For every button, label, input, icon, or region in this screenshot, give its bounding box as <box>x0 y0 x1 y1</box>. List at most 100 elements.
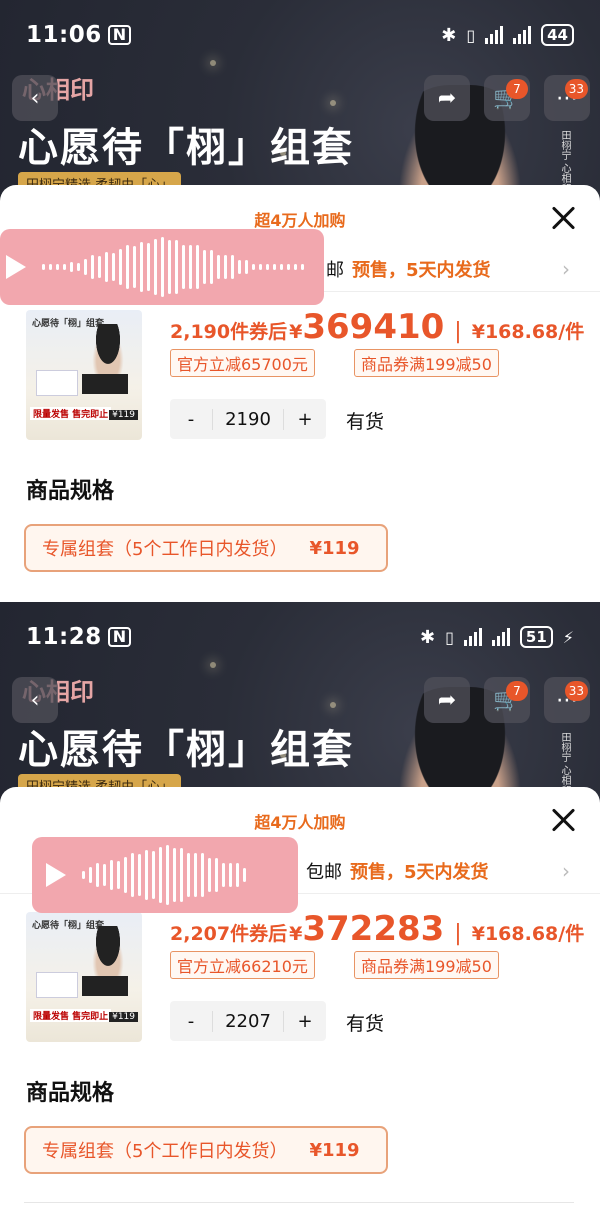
waveform-bar <box>119 249 122 285</box>
spec-option-label: 专属组套（5个工作日内发货） <box>42 539 288 560</box>
waveform-bar <box>96 863 99 887</box>
waveform-bar <box>229 863 232 887</box>
cart-badge: 7 <box>506 681 528 701</box>
vibrate-icon: ▯ <box>445 627 454 647</box>
waveform-bar <box>126 245 129 289</box>
spec-option[interactable]: 专属组套（5个工作日内发货） ¥119 <box>24 1126 388 1174</box>
message-badge: 33 <box>564 79 588 99</box>
waveform-bar <box>280 264 283 270</box>
waveform-bar <box>63 264 66 270</box>
vibrate-icon: ▯ <box>466 25 476 45</box>
product-thumbnail[interactable]: 心愿待「栩」组套 限量发售 售完即止 ¥119 <box>26 310 142 440</box>
presale-info: 预售，5天内发货 <box>350 862 489 883</box>
play-icon[interactable] <box>46 863 66 887</box>
waveform-bar <box>42 264 45 270</box>
waveform-bar <box>56 264 59 270</box>
status-bar: 11:06 N ✱ ▯ 44 <box>0 0 600 70</box>
share-icon[interactable]: ➦ <box>424 75 470 121</box>
discount-tag: 官方立减65700元 <box>170 349 315 377</box>
cart-icon[interactable]: 🛒 7 <box>484 75 530 121</box>
waveform <box>42 232 304 302</box>
screenshot-2: 田栩宁 心相印心选 心相印 心愿待「栩」组套 田栩宁精选 柔韧由「心」 11:2… <box>0 602 600 1205</box>
waveform-bar <box>273 264 276 270</box>
waveform-bar <box>91 255 94 279</box>
increase-button[interactable]: + <box>284 409 326 430</box>
waveform-bar <box>133 246 136 288</box>
price-separator: | <box>454 319 462 344</box>
waveform-bar <box>161 237 164 297</box>
divider <box>24 1202 574 1203</box>
close-icon[interactable] <box>548 805 578 835</box>
waveform-bar <box>131 853 134 897</box>
product-thumbnail[interactable]: 心愿待「栩」组套 限量发售 售完即止 ¥119 <box>26 912 142 1042</box>
waveform-bar <box>301 264 304 270</box>
waveform-bar <box>208 858 211 892</box>
waveform-bar <box>189 245 192 289</box>
unit-price: ¥168.68/件 <box>471 923 585 945</box>
back-arrow-icon[interactable]: ‹ <box>12 75 58 121</box>
decrease-button[interactable]: - <box>170 1011 212 1032</box>
quantity-input[interactable]: 2207 <box>212 1010 284 1032</box>
waveform-bar <box>287 264 290 270</box>
total-price: 369410 <box>302 307 445 347</box>
coupon-tag: 商品券满199减50 <box>354 349 499 377</box>
waveform-bar <box>236 863 239 887</box>
waveform-bar <box>194 853 197 897</box>
currency: ¥ <box>289 321 303 343</box>
battery-icon: 44 <box>541 24 574 46</box>
play-icon[interactable] <box>6 255 26 279</box>
spec-option[interactable]: 专属组套（5个工作日内发货） ¥119 <box>24 524 388 572</box>
waveform-bar <box>82 871 85 879</box>
close-icon[interactable] <box>548 203 578 233</box>
waveform-bar <box>203 250 206 284</box>
spec-option-price: ¥119 <box>309 1139 360 1161</box>
waveform-bar <box>245 260 248 274</box>
screenshot-1: 田栩宁 心相印心选 心相印 心愿待「栩」组套 田栩宁精选 柔韧由「心」 11:0… <box>0 0 600 602</box>
stock-status: 有货 <box>346 411 385 433</box>
thumb-photo <box>88 926 128 982</box>
stock-status: 有货 <box>346 1013 385 1035</box>
chevron-right-icon: › <box>562 257 570 281</box>
buy-count: 超4万人加购 <box>254 813 346 832</box>
decrease-button[interactable]: - <box>170 409 212 430</box>
thumb-box-dark <box>82 976 128 996</box>
thumb-price: ¥119 <box>109 410 138 420</box>
share-icon[interactable]: ➦ <box>424 677 470 723</box>
waveform-bar <box>103 864 106 886</box>
presale-info: 预售，5天内发货 <box>352 260 491 281</box>
waveform-bar <box>252 264 255 270</box>
waveform-bar <box>238 260 241 274</box>
message-icon[interactable]: ⋯ 33 <box>544 677 590 723</box>
free-shipping: 邮 <box>326 260 344 281</box>
voice-message-bubble[interactable] <box>0 229 324 305</box>
clock: 11:06 <box>26 22 102 48</box>
waveform-bar <box>70 262 73 272</box>
spec-option-price: ¥119 <box>309 537 360 559</box>
price-count: 2,190件券后 <box>170 321 288 343</box>
total-price: 372283 <box>302 909 445 949</box>
signal-icon <box>463 628 482 646</box>
waveform-bar <box>259 264 262 270</box>
waveform-bar <box>154 239 157 295</box>
thumb-box <box>36 370 78 396</box>
increase-button[interactable]: + <box>284 1011 326 1032</box>
waveform-bar <box>187 853 190 897</box>
thumb-promo: 限量发售 售完即止 <box>30 407 112 420</box>
back-arrow-icon[interactable]: ‹ <box>12 677 58 723</box>
waveform-bar <box>266 264 269 270</box>
voice-message-bubble[interactable] <box>32 837 298 913</box>
spec-title: 商品规格 <box>26 1081 115 1106</box>
quantity-input[interactable]: 2190 <box>212 408 284 430</box>
thumb-promo: 限量发售 售完即止 <box>30 1009 112 1022</box>
waveform-bar <box>222 863 225 887</box>
waveform-bar <box>124 857 127 893</box>
waveform-bar <box>112 253 115 281</box>
waveform-bar <box>182 245 185 289</box>
spec-option-label: 专属组套（5个工作日内发货） <box>42 1141 288 1162</box>
coupon-tag: 商品券满199减50 <box>354 951 499 979</box>
message-icon[interactable]: ⋯ 33 <box>544 75 590 121</box>
charging-icon: ⚡ <box>562 627 574 647</box>
waveform-bar <box>117 861 120 889</box>
cart-icon[interactable]: 🛒 7 <box>484 677 530 723</box>
waveform-bar <box>166 845 169 905</box>
